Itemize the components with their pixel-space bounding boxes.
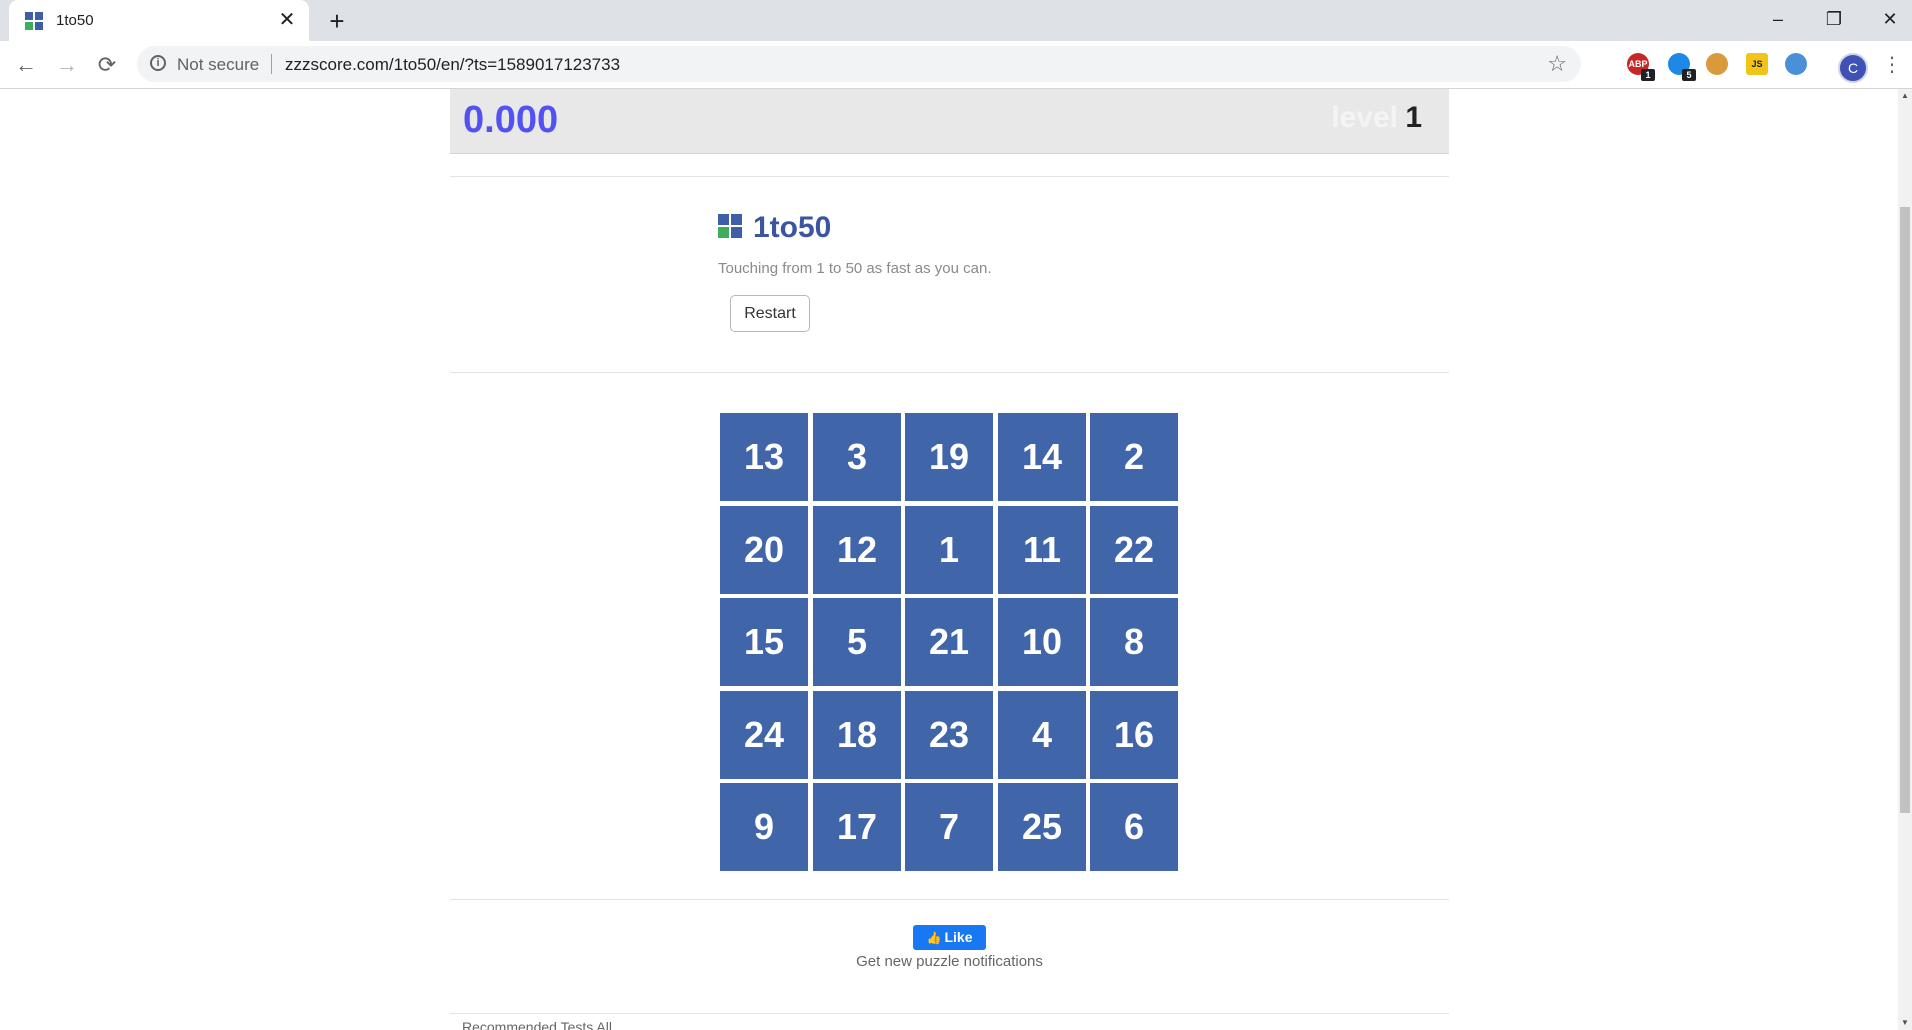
extension-badge: 5 <box>1682 69 1696 81</box>
grid-cell[interactable]: 9 <box>720 783 808 871</box>
grid-cell[interactable]: 12 <box>813 506 901 594</box>
thumbs-up-icon: 👍 <box>926 931 942 945</box>
blue-extension-icon[interactable]: 5 <box>1668 53 1696 81</box>
tab-close-icon[interactable]: ✕ <box>275 8 299 32</box>
grid-cell[interactable]: 6 <box>1090 783 1178 871</box>
cookie-extension-icon[interactable] <box>1706 53 1728 75</box>
notification-text: Get new puzzle notifications <box>856 953 1043 970</box>
restore-button[interactable]: ❐ <box>1806 0 1862 38</box>
url-text[interactable]: zzzscore.com/1to50/en/?ts=1589017123733 <box>285 55 620 75</box>
grid-cell[interactable]: 7 <box>905 783 993 871</box>
reload-icon[interactable]: ⟳ <box>91 49 123 81</box>
profile-avatar[interactable]: C <box>1838 53 1868 83</box>
game-title: 1to50 <box>753 211 832 244</box>
grid-cell[interactable]: 21 <box>905 598 993 686</box>
window-close-button[interactable]: ✕ <box>1862 0 1912 38</box>
grid-cell[interactable]: 2 <box>1090 413 1178 501</box>
grid-cell[interactable]: 10 <box>998 598 1086 686</box>
divider <box>450 1013 1449 1014</box>
browser-toolbar: ← → ⟳ i Not secure zzzscore.com/1to50/en… <box>0 41 1912 89</box>
like-label: Like <box>944 929 973 945</box>
timer-bar: 0.000 level 1 <box>450 89 1449 154</box>
game-logo-icon <box>718 214 742 238</box>
grid-cell[interactable]: 19 <box>905 413 993 501</box>
divider <box>450 899 1449 900</box>
vertical-scrollbar[interactable]: ▲ ▼ <box>1898 89 1912 1030</box>
level-label: level <box>1331 101 1398 134</box>
omnibox-divider <box>271 54 272 74</box>
extension-label: JS <box>1751 59 1763 69</box>
minimize-button[interactable]: – <box>1750 0 1806 38</box>
grid-cell[interactable]: 16 <box>1090 691 1178 779</box>
grid-cell[interactable]: 23 <box>905 691 993 779</box>
page-viewport: 0.000 level 1 1to50 Touching from 1 to 5… <box>0 89 1898 1030</box>
grid-cell[interactable]: 4 <box>998 691 1086 779</box>
grid-cell[interactable]: 17 <box>813 783 901 871</box>
scroll-down-arrow-icon[interactable]: ▼ <box>1898 1016 1912 1030</box>
site-favicon-icon <box>25 12 43 30</box>
game-subtitle: Touching from 1 to 50 as fast as you can… <box>718 260 992 277</box>
grid-cell[interactable]: 24 <box>720 691 808 779</box>
timer-display: 0.000 <box>463 99 559 141</box>
scrollbar-thumb[interactable] <box>1900 207 1910 813</box>
grid-cell[interactable]: 13 <box>720 413 808 501</box>
grid-cell[interactable]: 18 <box>813 691 901 779</box>
browser-tab[interactable]: 1to50 ✕ <box>9 0 309 41</box>
grid-cell[interactable]: 14 <box>998 413 1086 501</box>
level-value: 1 <box>1405 101 1422 134</box>
new-tab-button[interactable]: + <box>322 6 352 36</box>
grid-cell[interactable]: 11 <box>998 506 1086 594</box>
extension-label: ABP <box>1628 59 1648 69</box>
address-bar[interactable]: i Not secure zzzscore.com/1to50/en/?ts=1… <box>137 46 1581 82</box>
divider <box>450 176 1449 177</box>
divider <box>450 372 1449 373</box>
scroll-up-arrow-icon[interactable]: ▲ <box>1898 89 1912 103</box>
number-grid: 13 3 19 14 2 20 12 1 11 22 15 5 21 10 8 24 18 23 4 16 9 17 7 25… <box>720 413 1182 875</box>
grid-cell[interactable]: 3 <box>813 413 901 501</box>
grid-cell[interactable]: 15 <box>720 598 808 686</box>
grid-cell[interactable]: 5 <box>813 598 901 686</box>
javascript-extension-icon[interactable]: JS <box>1746 53 1768 75</box>
grid-cell[interactable]: 1 <box>905 506 993 594</box>
security-label: Not secure <box>177 55 260 74</box>
forward-arrow-icon[interactable]: → <box>51 49 83 81</box>
kebab-menu-icon[interactable]: ⋮ <box>1882 53 1902 77</box>
grid-cell[interactable]: 25 <box>998 783 1086 871</box>
recommended-tests-link[interactable]: Recommended Tests All <box>462 1019 612 1030</box>
info-icon[interactable]: i <box>150 55 166 71</box>
extension-badge: 1 <box>1641 69 1655 81</box>
back-arrow-icon[interactable]: ← <box>10 49 42 81</box>
facebook-like-button[interactable]: 👍 Like <box>913 925 986 950</box>
restart-button[interactable]: Restart <box>730 295 810 332</box>
round-extension-icon[interactable] <box>1785 53 1807 75</box>
grid-cell[interactable]: 22 <box>1090 506 1178 594</box>
tab-bar: 1to50 ✕ + – ❐ ✕ <box>0 0 1912 41</box>
tab-title: 1to50 <box>56 12 94 29</box>
grid-cell[interactable]: 20 <box>720 506 808 594</box>
bookmark-star-icon[interactable]: ☆ <box>1547 51 1567 77</box>
grid-cell[interactable]: 8 <box>1090 598 1178 686</box>
adblock-extension-icon[interactable]: ABP 1 <box>1627 53 1655 81</box>
